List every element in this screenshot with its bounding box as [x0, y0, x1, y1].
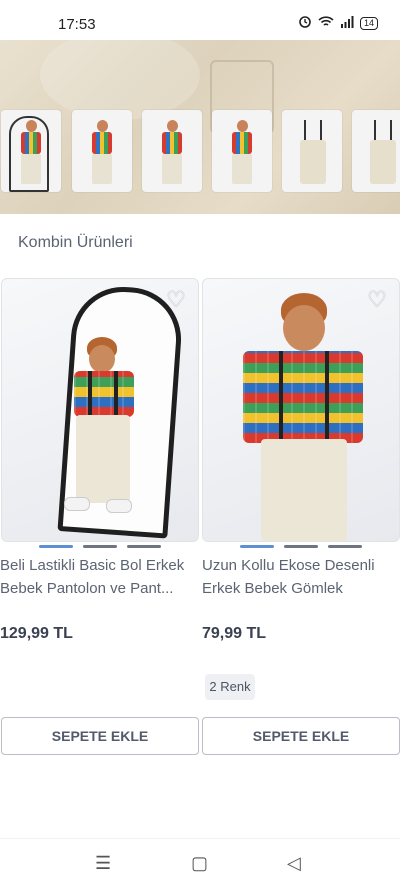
kid-photo: [62, 337, 152, 517]
kid-shirt: [232, 132, 252, 154]
thumbnail-2[interactable]: [72, 110, 132, 192]
kid-pants: [92, 154, 112, 184]
kid-head: [97, 120, 108, 132]
suspender-pants: [370, 140, 396, 184]
product-card-1-image[interactable]: ♡: [1, 278, 199, 542]
status-time: 17:53: [58, 16, 96, 33]
suspender-strap: [325, 351, 329, 439]
alarm-icon: [298, 14, 312, 33]
thumbnail-3[interactable]: [142, 110, 202, 192]
suspender-strap: [279, 351, 283, 439]
kid-pants: [232, 154, 252, 184]
product-2-price: 79,99 TL: [202, 625, 267, 642]
kid-head: [89, 345, 115, 373]
add-to-cart-button-1[interactable]: SEPETE EKLE: [1, 717, 199, 755]
status-icons: 14: [298, 14, 378, 33]
kid-shirt: [21, 132, 41, 154]
fabric-fold: [40, 40, 200, 120]
product-2-name-text: Uzun Kollu Ekose Desenli Erkek Bebek Göm…: [202, 557, 375, 597]
thumbnail-5[interactable]: [282, 110, 342, 192]
favorite-heart-icon[interactable]: ♡: [164, 289, 188, 311]
menu-icon[interactable]: ☰: [95, 853, 111, 874]
kid-head: [283, 305, 325, 351]
kid-photo: [233, 293, 373, 541]
product-1-price: 129,99 TL: [0, 625, 73, 642]
kid-pants: [162, 154, 182, 184]
thumbnail-strip: [0, 110, 400, 194]
color-count-badge: 2 Renk: [205, 674, 255, 700]
battery-icon: 14: [359, 17, 378, 30]
kid-head: [26, 120, 37, 132]
suspender-pants: [300, 140, 326, 184]
system-nav-bar: ☰ ▢ ◁: [0, 838, 400, 889]
kid-shoe: [106, 499, 132, 513]
product-2-name[interactable]: Uzun Kollu Ekose Desenli Erkek Bebek Göm…: [202, 554, 400, 600]
product-1-name-text: Beli Lastikli Basic Bol Erkek Bebek Pant…: [0, 557, 185, 597]
suspender-strap: [390, 120, 392, 142]
status-bar: 17:53 14: [0, 0, 400, 44]
add-to-cart-button-2[interactable]: SEPETE EKLE: [202, 717, 400, 755]
thumbnail-6[interactable]: [352, 110, 400, 192]
suspender-strap: [88, 371, 92, 417]
thumbnail-4[interactable]: [212, 110, 272, 192]
kid-head: [237, 120, 248, 132]
kid-shirt: [162, 132, 182, 154]
image-pager-2: [240, 545, 362, 548]
suspender-strap: [114, 371, 118, 417]
product-card-2-image[interactable]: ♡: [202, 278, 400, 542]
thumbnail-1[interactable]: [1, 110, 61, 192]
home-icon[interactable]: ▢: [191, 853, 208, 874]
kid-shirt: [243, 351, 363, 443]
suspender-strap: [304, 120, 306, 142]
kid-pants: [76, 415, 130, 503]
kid-head: [167, 120, 178, 132]
pager-dot[interactable]: [284, 545, 318, 548]
product-image-gallery[interactable]: [0, 40, 400, 214]
pager-dot[interactable]: [83, 545, 117, 548]
kid-shoe: [64, 497, 90, 511]
suspender-strap: [374, 120, 376, 142]
image-pager-1: [39, 545, 161, 548]
kid-shirt: [92, 132, 112, 154]
pager-dot-active[interactable]: [39, 545, 73, 548]
pager-dot[interactable]: [127, 545, 161, 548]
pager-dot-active[interactable]: [240, 545, 274, 548]
favorite-heart-icon[interactable]: ♡: [365, 289, 389, 311]
pager-dot[interactable]: [328, 545, 362, 548]
wifi-icon: [318, 15, 334, 33]
signal-icon: [340, 15, 354, 33]
back-icon[interactable]: ◁: [287, 853, 301, 874]
kid-pants: [21, 154, 41, 184]
kid-shirt: [74, 371, 134, 417]
kid-pants: [261, 439, 347, 541]
product-1-name[interactable]: Beli Lastikli Basic Bol Erkek Bebek Pant…: [0, 554, 198, 600]
section-title: Kombin Ürünleri: [18, 234, 133, 251]
suspender-strap: [320, 120, 322, 142]
